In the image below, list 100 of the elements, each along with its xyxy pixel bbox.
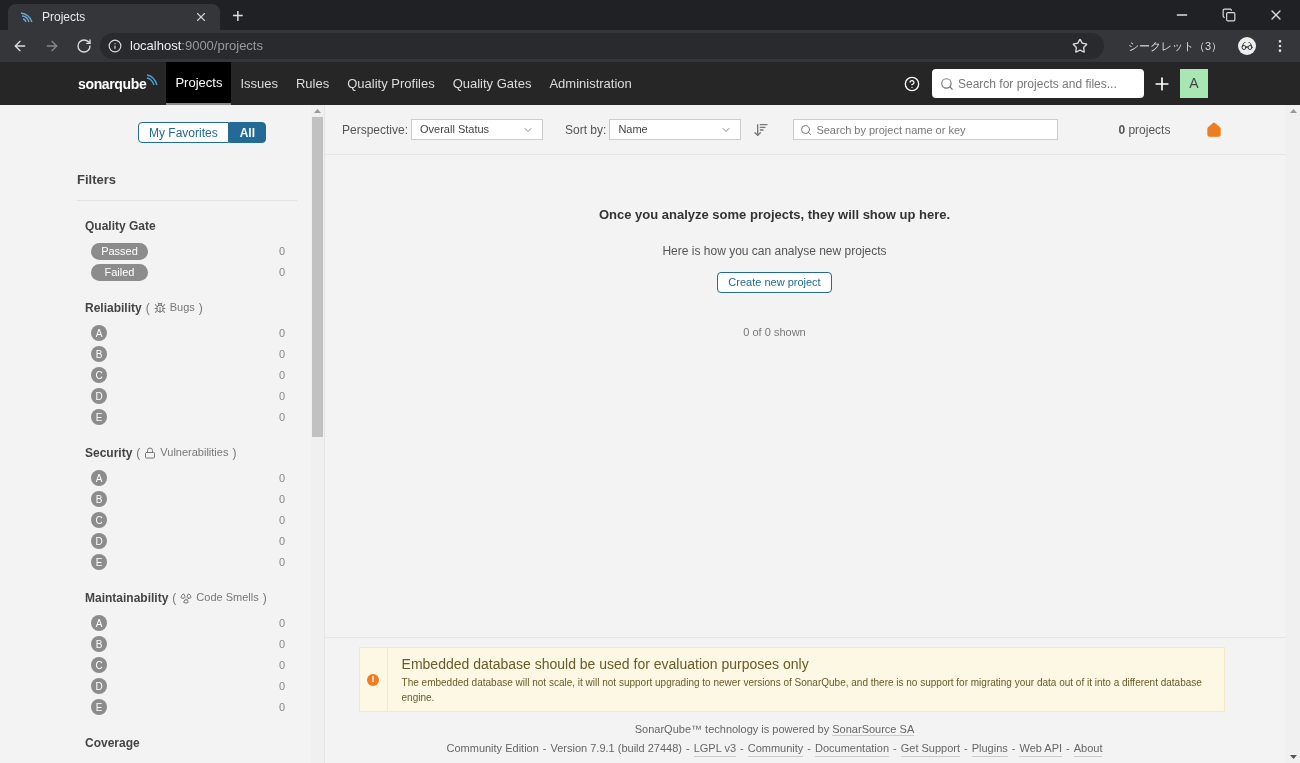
back-icon[interactable]: [12, 38, 28, 54]
footer-link[interactable]: Documentation: [815, 739, 890, 757]
rating-option[interactable]: C: [91, 657, 107, 673]
info-icon: [108, 39, 122, 53]
facet-count: 0: [278, 554, 285, 570]
rating-option[interactable]: C: [91, 367, 107, 383]
project-search-field[interactable]: Search by project name or key: [793, 119, 1059, 140]
facet-count: 0: [278, 470, 285, 486]
nav-tab[interactable]: Rules: [286, 62, 339, 105]
rating-option[interactable]: B: [91, 636, 107, 652]
facet-count: 0: [278, 699, 285, 715]
facet-count: 0: [278, 388, 285, 404]
quality-gate-option[interactable]: Failed: [91, 263, 148, 281]
notice-title: Embedded database should be used for evaluation purposes only: [401, 655, 810, 674]
facet-count: 0: [278, 409, 285, 425]
create-project-button[interactable]: Create new project: [717, 271, 832, 293]
facet-count: 0: [278, 243, 285, 259]
facet-title[interactable]: Maintainability: [85, 588, 169, 607]
facet-count: 0: [278, 657, 285, 673]
facet-title[interactable]: Coverage: [85, 733, 140, 752]
quality-gate-option[interactable]: Passed: [91, 242, 148, 260]
global-search-field[interactable]: Search for projects and files...: [932, 69, 1144, 98]
star-icon[interactable]: [1071, 38, 1088, 54]
sonarsource-link[interactable]: SonarSource SA: [832, 723, 915, 736]
facet-count: 0: [278, 346, 285, 362]
rating-option[interactable]: E: [91, 554, 107, 570]
rating-option[interactable]: D: [91, 533, 107, 549]
nav-tab[interactable]: Quality Gates: [443, 62, 541, 105]
footer-separator: -: [740, 740, 744, 756]
sort-select[interactable]: Name: [609, 119, 742, 140]
warning-icon: !: [367, 673, 380, 686]
nav-tab[interactable]: Quality Profiles: [338, 62, 444, 105]
restore-icon[interactable]: [1222, 8, 1236, 22]
facet-count: 0: [278, 533, 285, 549]
footer-separator: -: [807, 740, 812, 756]
footer-separator: -: [1066, 740, 1070, 756]
browser-tab[interactable]: Projects: [8, 4, 220, 30]
incognito-avatar[interactable]: [1238, 37, 1256, 55]
sort-order-icon[interactable]: [753, 121, 770, 138]
sort-label: Sort by:: [565, 121, 607, 139]
tab-title: Projects: [42, 9, 87, 26]
forward-icon[interactable]: [44, 38, 60, 54]
facet-count: 0: [278, 636, 285, 652]
footer-link[interactable]: Get Support: [900, 739, 961, 757]
facet-count: 0: [278, 512, 285, 528]
facet-metric: Vulnerabilities: [160, 445, 229, 461]
address-bar[interactable]: localhost:9000/projects: [100, 33, 1104, 59]
rating-option[interactable]: B: [91, 346, 107, 362]
sonar-waves-icon: [20, 11, 34, 23]
facet-count: 0: [278, 367, 285, 383]
facet-paren: (: [172, 589, 177, 607]
facet-count: 0: [278, 615, 285, 631]
close-icon[interactable]: [194, 10, 208, 24]
empty-state-title: Once you analyze some projects, they will show up here.: [598, 206, 951, 224]
sonarqube-logo[interactable]: sonarqube: [78, 72, 159, 95]
url-text: localhost:9000/projects: [130, 37, 263, 56]
nav-tab[interactable]: Projects: [166, 62, 232, 105]
footer-separator: -: [893, 740, 897, 756]
rating-option[interactable]: D: [91, 678, 107, 694]
footer-link[interactable]: About: [1073, 739, 1103, 757]
footer-link[interactable]: Community: [747, 739, 804, 757]
rating-option[interactable]: D: [91, 388, 107, 404]
scrollbar-thumb[interactable]: [312, 117, 323, 437]
help-icon[interactable]: [904, 75, 920, 92]
reload-icon[interactable]: [76, 38, 92, 54]
footer-separator: -: [964, 740, 968, 756]
rating-option[interactable]: E: [91, 409, 107, 425]
nav-tab[interactable]: Issues: [231, 62, 287, 105]
footer-link[interactable]: LGPL v3: [693, 739, 737, 757]
facet-count: 0: [278, 491, 285, 507]
footer-link[interactable]: Plugins: [971, 739, 1008, 757]
nav-tab[interactable]: Administration: [540, 62, 641, 105]
user-avatar[interactable]: A: [1180, 69, 1208, 98]
facet-paren: ): [198, 299, 203, 317]
facet-title[interactable]: Security: [85, 443, 133, 462]
home-icon[interactable]: [1206, 121, 1223, 138]
footer-separator: -: [686, 740, 690, 756]
rating-option[interactable]: A: [91, 470, 107, 486]
footer-link[interactable]: Web API: [1019, 739, 1063, 757]
rating-option[interactable]: A: [91, 615, 107, 631]
filter-toggle-button[interactable]: My Favorites: [138, 122, 229, 143]
rating-option[interactable]: E: [91, 699, 107, 715]
new-tab-button[interactable]: +: [232, 6, 244, 26]
filters-heading: Filters: [77, 170, 297, 201]
rating-option[interactable]: C: [91, 512, 107, 528]
search-icon: [940, 77, 954, 91]
footer-text: Version 7.9.1 (build 27448): [550, 740, 682, 756]
rating-option[interactable]: B: [91, 491, 107, 507]
shown-count: 0 of 0 shown: [743, 324, 806, 340]
empty-state-subtitle: Here is how you can analyse new projects: [662, 242, 887, 260]
facet-title[interactable]: Quality Gate: [85, 216, 156, 235]
facet-title[interactable]: Reliability: [85, 298, 142, 317]
facet-paren: (: [136, 444, 141, 462]
perspective-select[interactable]: Overall Status: [411, 119, 544, 140]
rating-option[interactable]: A: [91, 325, 107, 341]
incognito-label: シークレット（3）: [1127, 38, 1222, 54]
facet-metric: Code Smells: [196, 590, 259, 606]
scroll-down-icon[interactable]: [1289, 755, 1297, 759]
bug-icon: [153, 301, 166, 314]
filter-toggle-button[interactable]: All: [228, 122, 266, 143]
